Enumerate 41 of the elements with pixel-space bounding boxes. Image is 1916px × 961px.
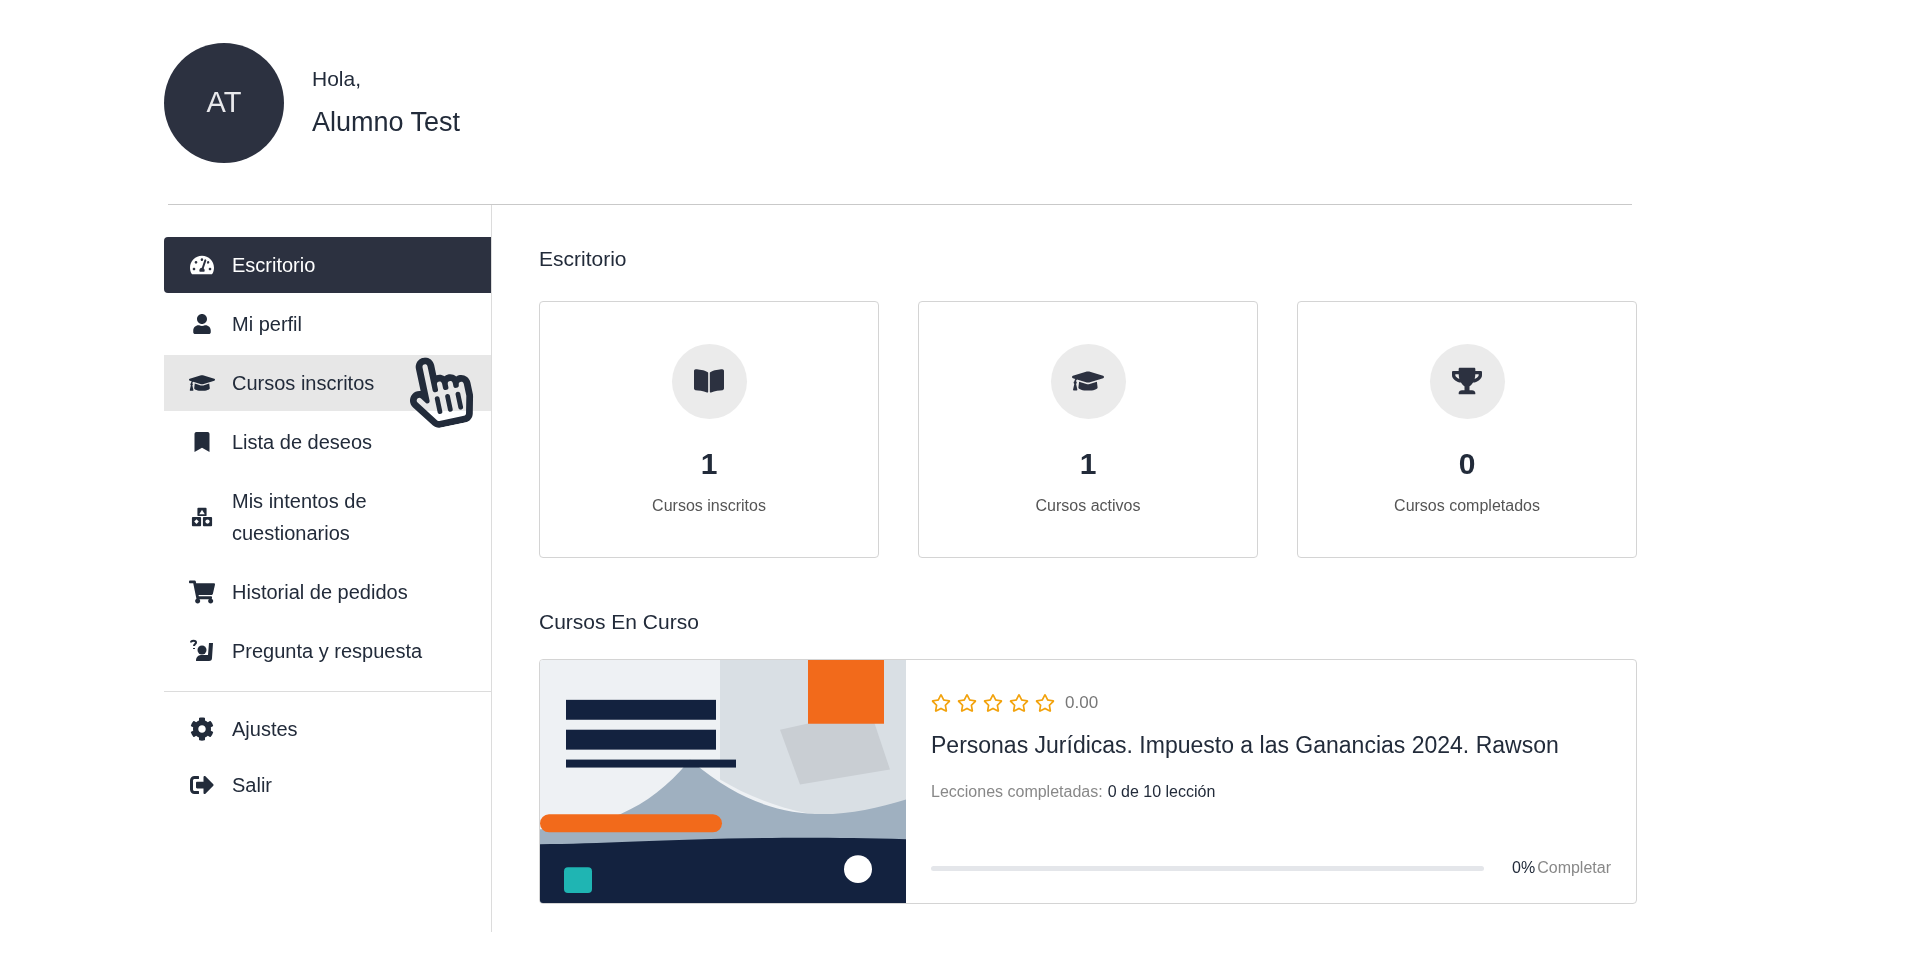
sidebar-item[interactable]: Pregunta y respuesta bbox=[164, 623, 491, 679]
section-title: Cursos En Curso bbox=[539, 608, 700, 635]
stat-value: 1 bbox=[700, 445, 718, 482]
settings-icon bbox=[190, 717, 214, 741]
lessons-value: 0 de 10 lección bbox=[1107, 782, 1216, 802]
sidebar-item[interactable]: Historial de pedidos bbox=[164, 564, 491, 620]
sidebar-item[interactable]: Mi perfil bbox=[164, 296, 491, 352]
course-title: Personas Jurídicas. Impuesto a las Ganancias 2024. Rawson bbox=[931, 730, 1560, 760]
cart-icon bbox=[189, 579, 215, 605]
sidebar-item[interactable]: Escritorio bbox=[164, 237, 491, 293]
greeting-text: Hola, bbox=[312, 65, 363, 92]
sidebar-item[interactable]: Cursos inscritos bbox=[164, 355, 491, 411]
stat-value: 1 bbox=[1079, 445, 1097, 482]
star-icon bbox=[1009, 692, 1029, 713]
complete-label: Completar bbox=[1537, 858, 1611, 878]
star-icon bbox=[1035, 692, 1055, 713]
rating-value: 0.00 bbox=[1065, 692, 1099, 714]
avatar: AT bbox=[164, 42, 284, 163]
question-person-icon bbox=[190, 639, 214, 663]
stat-value: 0 bbox=[1458, 445, 1476, 482]
progress-percent: 0% bbox=[1512, 858, 1536, 878]
sidebar-item[interactable]: Lista de deseos bbox=[164, 414, 491, 470]
user-name: Alumno Test bbox=[312, 106, 461, 139]
user-icon bbox=[192, 314, 212, 334]
trophy-icon bbox=[1452, 366, 1482, 396]
sidebar-item[interactable]: Mis intentos de cuestionarios bbox=[164, 473, 491, 561]
star-icon bbox=[957, 692, 977, 713]
book-icon bbox=[694, 366, 724, 396]
logout-icon bbox=[190, 773, 214, 797]
lessons-label: Lecciones completadas: bbox=[931, 782, 1103, 802]
section-title: Escritorio bbox=[539, 246, 628, 272]
stat-label: Cursos activos bbox=[1035, 495, 1141, 516]
stat-label: Cursos completados bbox=[1394, 495, 1540, 516]
shapes-icon bbox=[191, 506, 213, 528]
sidebar-item[interactable]: Ajustes bbox=[164, 704, 491, 754]
bookmark-icon bbox=[192, 432, 212, 452]
star-icon bbox=[931, 692, 951, 713]
dashboard-icon bbox=[190, 253, 214, 277]
star-icon bbox=[983, 692, 1003, 713]
stat-label: Cursos inscritos bbox=[652, 495, 766, 516]
sidebar-item[interactable]: Salir bbox=[164, 760, 491, 810]
